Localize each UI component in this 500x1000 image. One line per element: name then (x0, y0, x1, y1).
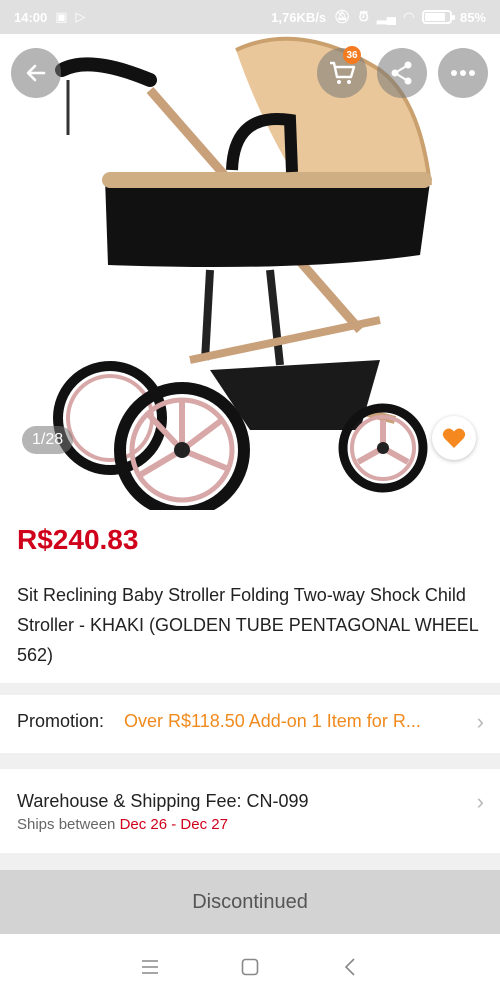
menu-nav-button[interactable] (135, 952, 165, 982)
play-icon: ▷ (75, 9, 86, 24)
chevron-right-icon: › (476, 789, 484, 814)
back-button[interactable] (11, 48, 61, 98)
warehouse-shipping-label: Warehouse & Shipping Fee: CN-099 (17, 791, 309, 811)
cart-button[interactable]: 36 (317, 46, 367, 98)
promotion-row[interactable]: Promotion: Over R$118.50 Add-on 1 Item f… (0, 695, 500, 753)
gallery-counter: 1/28 (22, 426, 74, 454)
heart-icon (442, 428, 466, 448)
discontinued-button[interactable]: Discontinued (0, 870, 500, 934)
home-nav-button[interactable] (235, 952, 265, 982)
ships-prefix: Ships between (17, 816, 120, 833)
battery-percent: 85% (459, 9, 486, 25)
ships-between-text: Ships between Dec 26 - Dec 27 (17, 816, 228, 833)
favorite-button[interactable] (432, 416, 476, 460)
system-nav-bar (0, 934, 500, 1000)
chevron-right-icon: › (476, 709, 484, 734)
back-arrow-icon (26, 64, 46, 82)
product-title: Sit Reclining Baby Stroller Folding Two-… (17, 585, 479, 665)
share-button[interactable] (377, 48, 427, 98)
network-speed: 1,76KB/s (271, 9, 327, 25)
signal-icon: ▂▄ (376, 9, 396, 24)
status-time: 14:00 (14, 9, 48, 25)
divider (0, 853, 500, 870)
divider (0, 683, 500, 695)
share-icon (391, 61, 412, 85)
back-chevron-icon (344, 958, 355, 976)
promotion-label: Promotion: (17, 711, 105, 731)
cart-count-badge: 36 (343, 46, 361, 64)
menu-icon (142, 960, 158, 974)
battery-icon (421, 10, 455, 24)
home-square-icon (241, 958, 259, 976)
notification-icon: ▣ (55, 9, 68, 24)
more-dots-icon (451, 70, 475, 76)
mute-icon: 🔕︎ (334, 9, 351, 24)
wifi-icon: ◠ (403, 9, 414, 24)
more-button[interactable] (438, 48, 488, 98)
back-nav-button[interactable] (335, 952, 365, 982)
ship-dates: Dec 26 - Dec 27 (119, 816, 228, 833)
divider (0, 753, 500, 769)
promotion-value: Over R$118.50 Add-on 1 Item for R... (124, 711, 421, 731)
shipping-row[interactable]: Warehouse & Shipping Fee: CN-099 Ships b… (0, 769, 500, 853)
product-price: R$240.83 (17, 524, 139, 555)
alarm-icon: ⏰︎ (358, 9, 369, 24)
status-bar: 14:00 ▣ ▷ 1,76KB/s 🔕︎ ⏰︎ ▂▄ ◠ 85% (0, 0, 500, 34)
